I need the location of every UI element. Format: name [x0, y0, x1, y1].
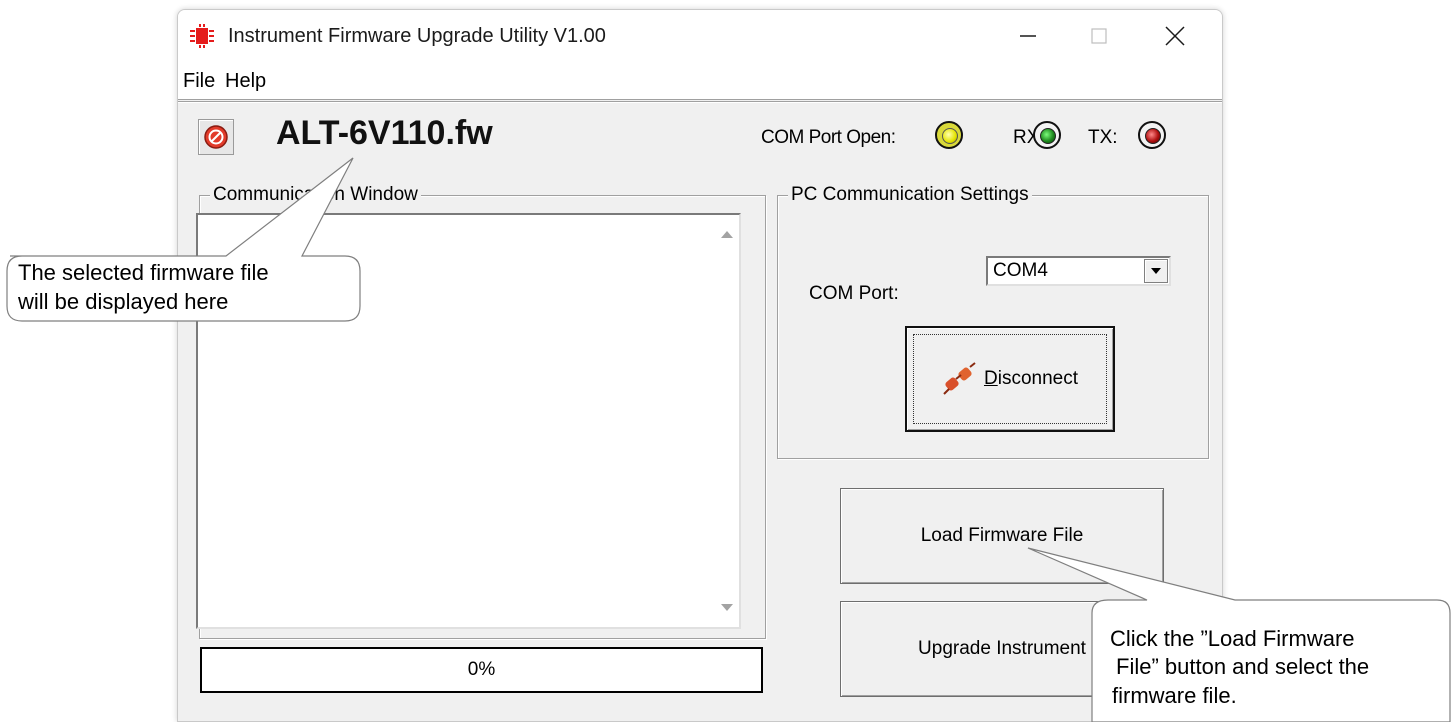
menu-help[interactable]: Help: [225, 70, 266, 93]
callout-firmware-text-line2: will be displayed here: [18, 289, 229, 314]
minimize-button[interactable]: [997, 10, 1059, 62]
minimize-icon: [1020, 35, 1036, 37]
com-port-open-label: COM Port Open:: [761, 127, 896, 148]
maximize-button[interactable]: [1068, 10, 1130, 62]
callout-firmware-text-line1: The selected firmware file: [18, 260, 269, 285]
communication-scrollbar[interactable]: [715, 215, 739, 627]
close-button[interactable]: [1144, 10, 1206, 62]
pc-communication-settings-title: PC Communication Settings: [788, 184, 1032, 206]
progress-value: 0%: [467, 659, 496, 680]
disconnect-button[interactable]: Disconnect: [905, 326, 1115, 432]
stop-icon: [204, 125, 228, 149]
callout-load-text-line3: firmware file.: [1112, 683, 1237, 708]
app-window: Instrument Firmware Upgrade Utility V1.0…: [177, 9, 1223, 722]
close-icon: [1165, 26, 1185, 46]
load-firmware-file-button[interactable]: Load Firmware File: [840, 488, 1164, 584]
tx-label: TX:: [1088, 127, 1118, 148]
maximize-icon: [1091, 28, 1107, 44]
focus-ring: [913, 334, 1107, 424]
com-port-label: COM Port:: [809, 283, 899, 304]
communication-window-title: Communication Window: [210, 184, 421, 206]
stop-button[interactable]: [198, 119, 234, 155]
firmware-file-name: ALT-6V110.fw: [276, 114, 493, 152]
toolbar-separator: [178, 101, 1222, 103]
title-bar: Instrument Firmware Upgrade Utility V1.0…: [178, 10, 1222, 62]
rx-led: [1033, 121, 1061, 149]
scroll-up-icon[interactable]: [721, 231, 733, 238]
com-port-open-led: [935, 121, 963, 149]
window-title: Instrument Firmware Upgrade Utility V1.0…: [228, 25, 606, 47]
com-port-select[interactable]: COM4: [986, 256, 1171, 286]
callout-load-text-line1: Click the ”Load Firmware: [1110, 626, 1355, 651]
progress-bar: 0%: [200, 647, 763, 693]
tx-led: [1138, 121, 1166, 149]
menu-file[interactable]: File: [183, 70, 215, 93]
scroll-down-icon[interactable]: [721, 604, 733, 611]
chevron-down-icon: [1151, 268, 1161, 274]
app-chip-icon: [190, 24, 214, 48]
communication-window-textbox[interactable]: [196, 213, 741, 629]
com-port-dropdown-button[interactable]: [1144, 259, 1168, 283]
menu-bar: File Help: [178, 62, 1222, 100]
callout-load-text-line2: File” button and select the: [1116, 654, 1370, 679]
com-port-value: COM4: [993, 260, 1048, 281]
